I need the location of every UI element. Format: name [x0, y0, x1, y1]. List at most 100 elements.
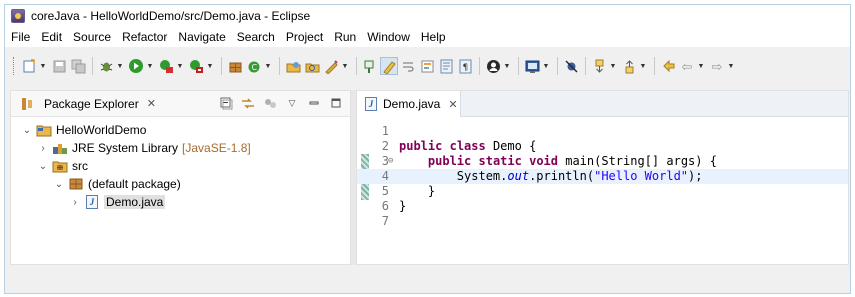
collapsed-chevron-icon[interactable]: › [69, 197, 81, 208]
focus-on-active-task-icon[interactable] [262, 95, 278, 111]
coverage-icon[interactable] [157, 57, 175, 75]
save-all-icon[interactable] [69, 57, 87, 75]
search-icon[interactable] [303, 57, 321, 75]
menu-refactor[interactable]: Refactor [122, 30, 167, 44]
minimize-icon[interactable] [306, 95, 322, 111]
new-class-dropdown-icon[interactable]: ▼ [264, 57, 272, 75]
line-number: 4 [381, 169, 389, 183]
show-whitespace-icon[interactable] [437, 57, 455, 75]
menu-source[interactable]: Source [73, 30, 111, 44]
new-icon[interactable] [20, 57, 38, 75]
toolbar-separator [279, 57, 280, 75]
close-icon[interactable]: ✕ [147, 97, 156, 110]
code-text: } [399, 199, 407, 213]
tree-item-src[interactable]: ⌄ src [11, 157, 350, 175]
new-dropdown-icon[interactable]: ▼ [39, 57, 47, 75]
debug-icon[interactable] [97, 57, 115, 75]
save-icon[interactable] [50, 57, 68, 75]
expanded-chevron-icon[interactable]: ⌄ [37, 161, 49, 172]
menu-search[interactable]: Search [237, 30, 275, 44]
collapse-all-icon[interactable] [218, 95, 234, 111]
expanded-chevron-icon[interactable]: ⌄ [21, 125, 33, 136]
code-text: System.out.println("Hello World"); [456, 169, 703, 183]
jre-version-decoration: [JavaSE-1.8] [182, 141, 251, 155]
toolbar-grip[interactable] [13, 57, 16, 75]
view-menu-icon[interactable]: ▽ [284, 95, 300, 111]
line-number: 7 [381, 214, 389, 228]
toolbar-separator [654, 57, 655, 75]
task-dropdown-icon[interactable]: ▼ [341, 57, 349, 75]
next-edit-dropdown-icon[interactable]: ▼ [609, 57, 617, 75]
source-folder-icon [52, 159, 68, 173]
back-icon[interactable]: ⇦ [678, 57, 696, 75]
next-edit-location-icon[interactable] [590, 57, 608, 75]
line-number: 2 [381, 139, 389, 153]
close-icon[interactable]: ✕ [448, 98, 457, 111]
tree-item-jre-library[interactable]: › JRE System Library [JavaSE-1.8] [11, 139, 350, 157]
open-type-icon[interactable] [284, 57, 302, 75]
menu-project[interactable]: Project [286, 30, 323, 44]
next-annotation-icon[interactable] [361, 57, 379, 75]
expanded-chevron-icon[interactable]: ⌄ [53, 179, 65, 190]
external-tools-dropdown-icon[interactable]: ▼ [206, 57, 214, 75]
current-code-line: 4 System.out.println("Hello World"); [357, 169, 848, 184]
code-text: public static void main(String[] args) { [427, 154, 717, 168]
tree-item-label: Demo.java [104, 195, 166, 209]
package-explorer-tab-label[interactable]: Package Explorer [44, 97, 139, 111]
skip-breakpoints-icon[interactable] [562, 57, 580, 75]
external-tools-icon[interactable] [187, 57, 205, 75]
menu-window[interactable]: Window [367, 30, 410, 44]
code-line: 1 [357, 124, 848, 139]
pilcrow-icon[interactable]: ¶ [456, 57, 474, 75]
previous-edit-dropdown-icon[interactable]: ▼ [639, 57, 647, 75]
eclipse-app-icon [11, 9, 25, 23]
menu-navigate[interactable]: Navigate [178, 30, 225, 44]
svg-text:¶: ¶ [462, 63, 468, 73]
back-dropdown-icon[interactable]: ▼ [697, 57, 705, 75]
project-folder-icon [36, 123, 52, 137]
code-text-area[interactable]: 1 2 public class Demo { 3 ⊖ public stati… [357, 118, 848, 264]
previous-edit-location-icon[interactable] [620, 57, 638, 75]
menu-edit[interactable]: Edit [41, 30, 62, 44]
line-number: 3 [381, 154, 389, 168]
run-icon[interactable] [127, 57, 145, 75]
console-dropdown-icon[interactable]: ▼ [542, 57, 550, 75]
tree-item-project[interactable]: ⌄ HelloWorldDemo [11, 121, 350, 139]
collapsed-chevron-icon[interactable]: › [37, 143, 49, 154]
editor-tab-demo-java[interactable]: J Demo.java ✕ [357, 91, 461, 117]
link-with-editor-icon[interactable] [240, 95, 256, 111]
console-icon[interactable] [523, 57, 541, 75]
tree-item-default-package[interactable]: ⌄ (default package) [11, 175, 350, 193]
last-edit-location-icon[interactable] [659, 57, 677, 75]
forward-dropdown-icon[interactable]: ▼ [727, 57, 735, 75]
toolbar-separator [479, 57, 480, 75]
toolbar-separator [356, 57, 357, 75]
user-icon[interactable] [484, 57, 502, 75]
maximize-icon[interactable] [328, 95, 344, 111]
java-file-icon: J [365, 97, 377, 111]
package-explorer-view: Package Explorer ✕ ▽ ⌄ HelloWorldDemo › … [10, 90, 351, 265]
fold-collapse-icon[interactable]: ⊖ [388, 154, 393, 169]
library-icon [52, 141, 68, 155]
code-line: 2 public class Demo { [357, 139, 848, 154]
package-explorer-icon [19, 97, 35, 111]
menu-help[interactable]: Help [421, 30, 446, 44]
forward-icon[interactable]: ⇨ [708, 57, 726, 75]
new-java-class-icon[interactable]: C [245, 57, 263, 75]
toggle-mark-occurrences-icon[interactable] [380, 57, 398, 75]
line-number: 1 [381, 124, 389, 138]
toggle-block-selection-icon[interactable] [418, 57, 436, 75]
user-dropdown-icon[interactable]: ▼ [503, 57, 511, 75]
tree-item-demo-java[interactable]: › J Demo.java [11, 193, 350, 211]
editor-tab-bar: J Demo.java ✕ [357, 91, 848, 117]
java-editor: J Demo.java ✕ 1 2 public class Demo { 3 … [356, 90, 849, 265]
coverage-dropdown-icon[interactable]: ▼ [176, 57, 184, 75]
task-icon[interactable] [322, 57, 340, 75]
menu-file[interactable]: File [11, 30, 30, 44]
new-java-package-icon[interactable] [226, 57, 244, 75]
code-line: 7 [357, 214, 848, 229]
debug-dropdown-icon[interactable]: ▼ [116, 57, 124, 75]
menu-run[interactable]: Run [334, 30, 356, 44]
toggle-word-wrap-icon[interactable] [399, 57, 417, 75]
run-dropdown-icon[interactable]: ▼ [146, 57, 154, 75]
